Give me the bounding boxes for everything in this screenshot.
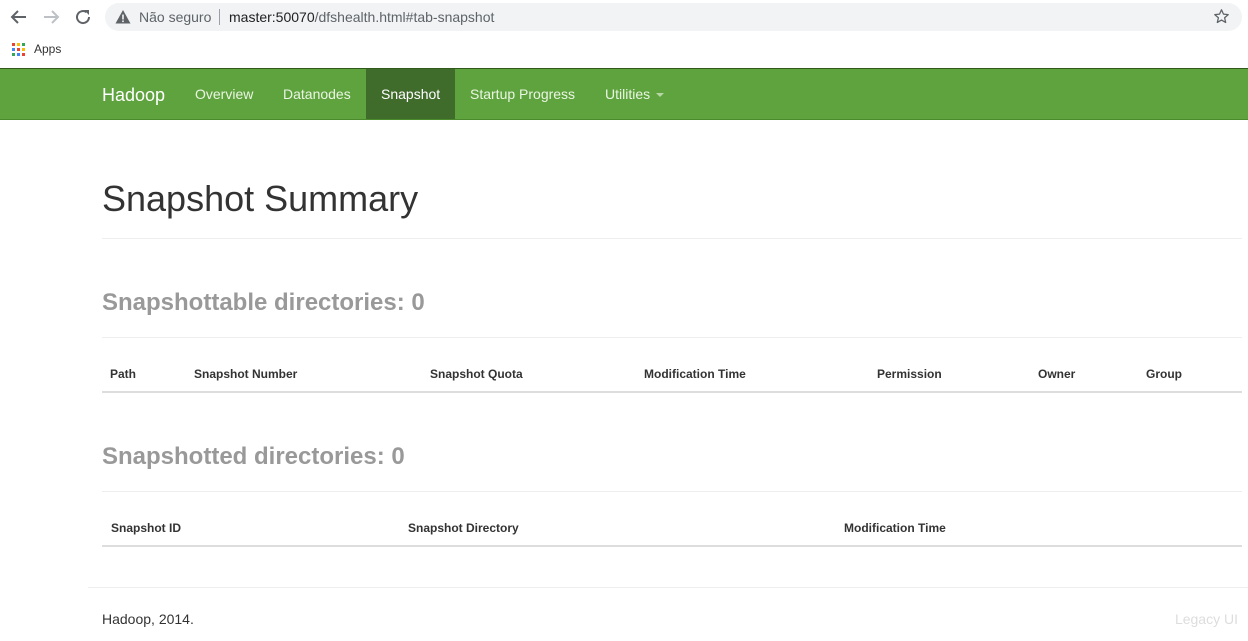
column-header[interactable]: Path [110, 367, 136, 381]
footer-divider [88, 587, 1248, 588]
column-header[interactable]: Snapshot ID [111, 521, 181, 535]
table-header-border [102, 391, 1242, 393]
legacy-ui-link[interactable]: Legacy UI [1175, 611, 1238, 627]
brand-link[interactable]: Hadoop [102, 85, 165, 105]
footer-copyright: Hadoop, 2014. [102, 611, 194, 627]
snapshottable-heading: Snapshottable directories: 0 [102, 289, 425, 316]
back-button[interactable] [7, 5, 31, 29]
column-header[interactable]: Owner [1038, 367, 1075, 381]
column-header[interactable]: Modification Time [844, 521, 946, 535]
arrow-left-icon [10, 10, 26, 24]
reload-icon [76, 10, 91, 25]
nav-utilities[interactable]: Utilities [590, 69, 679, 119]
nav-startup-progress[interactable]: Startup Progress [455, 69, 590, 119]
star-icon[interactable] [1213, 8, 1230, 25]
column-header[interactable]: Snapshot Directory [408, 521, 519, 535]
table-header-border [102, 545, 1242, 547]
apps-bookmark[interactable]: Apps [34, 42, 61, 56]
browser-toolbar: Não seguro master:50070/dfshealth.html#t… [0, 0, 1248, 68]
warning-icon[interactable] [115, 9, 131, 25]
title-divider [102, 238, 1242, 239]
apps-icon[interactable] [12, 42, 25, 56]
reload-button[interactable] [71, 5, 95, 29]
url-host: master:50070 [229, 9, 315, 25]
section-divider [102, 491, 1242, 492]
bookmarks-bar: Apps [12, 40, 61, 58]
nav-snapshot[interactable]: Snapshot [366, 69, 456, 119]
column-header[interactable]: Permission [877, 367, 942, 381]
nav-overview[interactable]: Overview [180, 69, 268, 119]
url-path: /dfshealth.html#tab-snapshot [314, 9, 495, 25]
column-header[interactable]: Group [1146, 367, 1182, 381]
nav-utilities-label: Utilities [605, 86, 651, 102]
section-divider [102, 337, 1242, 338]
snapshotted-heading: Snapshotted directories: 0 [102, 443, 405, 470]
caret-down-icon [656, 93, 665, 98]
divider [219, 9, 220, 25]
security-label[interactable]: Não seguro [139, 9, 211, 25]
main-navbar: Hadoop Overview Datanodes Snapshot Start… [0, 68, 1248, 120]
page-title: Snapshot Summary [102, 178, 419, 219]
forward-button[interactable] [39, 5, 63, 29]
nav-datanodes[interactable]: Datanodes [268, 69, 366, 119]
column-header[interactable]: Snapshot Quota [430, 367, 523, 381]
column-header[interactable]: Snapshot Number [194, 367, 297, 381]
arrow-right-icon [44, 10, 60, 24]
column-header[interactable]: Modification Time [644, 367, 746, 381]
url-text[interactable]: master:50070/dfshealth.html#tab-snapshot [229, 9, 494, 25]
address-bar[interactable]: Não seguro master:50070/dfshealth.html#t… [105, 3, 1242, 31]
